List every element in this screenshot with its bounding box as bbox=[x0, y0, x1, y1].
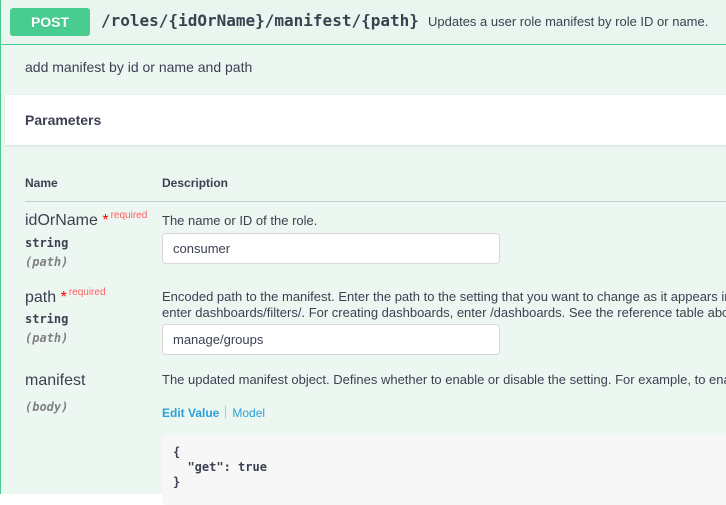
param-name-text: idOrName bbox=[25, 212, 98, 229]
param-description-line-1: Encoded path to the manifest. Enter the … bbox=[162, 289, 726, 304]
param-input-idOrName[interactable] bbox=[162, 233, 500, 264]
column-header-name: Name bbox=[25, 176, 58, 190]
opblock-post: POST /roles/{idOrName}/manifest/{path} U… bbox=[0, 0, 726, 505]
endpoint-summary: Updates a user role manifest by role ID … bbox=[428, 14, 709, 29]
required-star: * bbox=[56, 289, 67, 306]
param-input-path[interactable] bbox=[162, 324, 500, 355]
body-tabs: Edit Value Model bbox=[162, 406, 265, 420]
method-badge: POST bbox=[10, 8, 90, 36]
param-type: string bbox=[25, 312, 69, 326]
param-location: (path) bbox=[25, 331, 69, 345]
param-description: The name or ID of the role. bbox=[162, 213, 318, 228]
required-label: required bbox=[110, 210, 148, 221]
param-location: (path) bbox=[25, 255, 69, 269]
required-star: * bbox=[97, 212, 109, 229]
param-location: (body) bbox=[25, 400, 69, 414]
param-description-line-2: enter dashboards/filters/. For creating … bbox=[162, 305, 726, 320]
param-name-manifest: manifest bbox=[25, 372, 86, 389]
param-type: string bbox=[25, 236, 69, 250]
param-name-text: path bbox=[25, 289, 57, 306]
parameters-header: Parameters bbox=[5, 95, 726, 145]
param-name-path: path * required bbox=[25, 287, 106, 307]
opblock-summary[interactable]: POST /roles/{idOrName}/manifest/{path} U… bbox=[1, 0, 726, 45]
tab-edit-value[interactable]: Edit Value bbox=[162, 406, 219, 420]
parameters-title: Parameters bbox=[25, 112, 102, 128]
param-description: The updated manifest object. Defines whe… bbox=[162, 372, 726, 387]
required-label: required bbox=[68, 287, 106, 298]
endpoint-path: /roles/{idOrName}/manifest/{path} bbox=[101, 11, 419, 30]
param-name-idOrName: idOrName * required bbox=[25, 210, 148, 230]
operation-description: add manifest by id or name and path bbox=[25, 59, 253, 75]
tab-model[interactable]: Model bbox=[232, 406, 265, 420]
column-header-description: Description bbox=[162, 176, 229, 190]
column-divider bbox=[25, 201, 726, 202]
tab-divider bbox=[225, 406, 227, 418]
body-editor[interactable]: { "get": true } bbox=[162, 435, 726, 505]
